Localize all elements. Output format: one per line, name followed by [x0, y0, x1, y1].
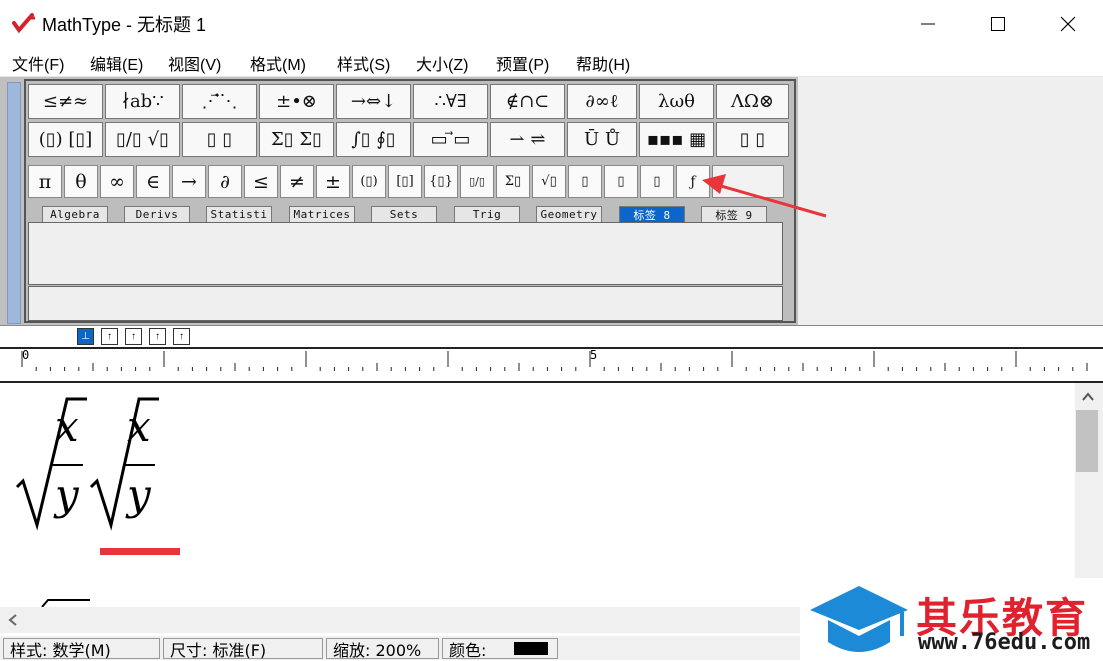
menu-bar: 文件(F) 编辑(E) 视图(V) 格式(M) 样式(S) 大小(Z) 预置(P…: [0, 47, 1103, 77]
symbol-infinity-button[interactable]: ∞: [100, 165, 134, 198]
toolbar-grip-handle[interactable]: [7, 82, 21, 324]
align-relational-tab-button[interactable]: ↑: [149, 328, 166, 345]
template-superscript-button[interactable]: ▯: [568, 165, 602, 198]
window-title: MathType - 无标题 1: [42, 15, 207, 35]
tab-derivs[interactable]: Derivs: [124, 206, 190, 222]
tab-algebra[interactable]: Algebra: [42, 206, 108, 222]
mathtype-logo-icon: [12, 13, 35, 34]
template-braces-button[interactable]: {▯}: [424, 165, 458, 198]
ruler-ticks: [21, 351, 1088, 371]
horizontal-scrollbar[interactable]: [0, 607, 800, 633]
graduation-cap-logo-icon: [810, 586, 908, 652]
color-swatch: [514, 642, 549, 655]
integrals-palette-button[interactable]: ∫▯ ∮▯: [336, 122, 411, 157]
numerator-x-1: x: [55, 402, 79, 451]
watermark-url: www.76edu.com: [918, 630, 1091, 655]
template-sub-superscript-button[interactable]: ▯: [640, 165, 674, 198]
tab-statistics[interactable]: Statisti: [206, 206, 272, 222]
status-zoom: 缩放: 200%: [326, 638, 439, 660]
greek-lowercase-palette-button[interactable]: λωθ: [639, 84, 714, 119]
tab-matrices[interactable]: Matrices: [289, 206, 355, 222]
menu-size[interactable]: 大小(Z): [416, 51, 468, 75]
denominator-y-1: y: [55, 470, 79, 519]
symbol-theta-button[interactable]: θ: [64, 165, 98, 198]
status-color: 颜色:: [442, 638, 558, 660]
operators-palette-button[interactable]: ±•⊗: [259, 84, 334, 119]
tab-sets[interactable]: Sets: [371, 206, 437, 222]
fences-palette-button[interactable]: (▯) [▯]: [28, 122, 103, 157]
template-summation-button[interactable]: Σ▯: [496, 165, 530, 198]
tab-label-8[interactable]: 标签 8: [619, 206, 685, 222]
status-size: 尺寸: 标准(F): [163, 638, 323, 660]
menu-preferences[interactable]: 预置(P): [496, 51, 549, 75]
template-fraction-button[interactable]: ▯/▯: [460, 165, 494, 198]
annotation-underline: [100, 548, 180, 555]
tab-content-panel-lower: [28, 286, 783, 321]
status-style: 样式: 数学(M): [3, 638, 160, 660]
set-theory-palette-button[interactable]: ∉∩⊂: [490, 84, 565, 119]
menu-style[interactable]: 样式(S): [337, 51, 390, 75]
underbar-overbar-palette-button[interactable]: ▭ ⃗▭: [413, 122, 488, 157]
symbol-plus-minus-button[interactable]: ±: [316, 165, 350, 198]
template-square-root-button[interactable]: √▯: [532, 165, 566, 198]
align-right-tab-button[interactable]: ↑: [125, 328, 142, 345]
minimize-button[interactable]: [893, 0, 963, 47]
matrices-palette-button[interactable]: ▪▪▪ ▦: [639, 122, 714, 157]
menu-format[interactable]: 格式(M): [250, 51, 306, 75]
vertical-scroll-thumb[interactable]: [1076, 410, 1098, 472]
align-left-tab-button[interactable]: ⊥: [77, 328, 94, 345]
denominator-y-2: y: [127, 470, 151, 519]
labeled-arrows-palette-button[interactable]: ⇀ ⇌: [490, 122, 565, 157]
template-brackets-button[interactable]: [▯]: [388, 165, 422, 198]
template-subscript-button[interactable]: ▯: [604, 165, 638, 198]
boxes-palette-button[interactable]: ▯ ▯: [716, 122, 789, 157]
ruler-mark-0: 0: [22, 348, 30, 362]
symbol-element-of-button[interactable]: ∈: [136, 165, 170, 198]
logic-palette-button[interactable]: ∴∀∃: [413, 84, 488, 119]
tab-geometry[interactable]: Geometry: [536, 206, 602, 222]
close-icon: [1060, 16, 1076, 31]
align-decimal-tab-button[interactable]: ↑: [173, 328, 190, 345]
annotation-arrow: [702, 174, 827, 218]
spaces-ellipses-palette-button[interactable]: ∤ab∵: [105, 84, 180, 119]
template-parentheses-button[interactable]: (▯): [352, 165, 386, 198]
symbol-not-equal-button[interactable]: ≠: [280, 165, 314, 198]
close-button[interactable]: [1033, 0, 1103, 47]
minimize-icon: [921, 23, 935, 24]
scroll-up-icon[interactable]: [1080, 390, 1096, 404]
tab-trig[interactable]: Trig: [454, 206, 520, 222]
maximize-button[interactable]: [963, 0, 1033, 47]
symbol-partial-button[interactable]: ∂: [208, 165, 242, 198]
menu-view[interactable]: 视图(V): [168, 51, 221, 75]
embellishments-palette-button[interactable]: ⋰⃗⋱: [182, 84, 257, 119]
menu-help[interactable]: 帮助(H): [576, 51, 630, 75]
symbol-less-equal-button[interactable]: ≤: [244, 165, 278, 198]
status-color-label: 颜色:: [449, 640, 487, 660]
relations-palette-button[interactable]: ≤≠≈: [28, 84, 103, 119]
maximize-icon: [991, 16, 1005, 31]
align-center-tab-button[interactable]: ↑: [101, 328, 118, 345]
tab-content-panel-upper: [28, 222, 783, 285]
menu-edit[interactable]: 编辑(E): [90, 51, 143, 75]
products-set-palette-button[interactable]: Ū Ů: [567, 122, 637, 157]
ruler-mark-5: 5: [590, 348, 598, 362]
fractions-radicals-palette-button[interactable]: ▯/▯ √▯: [105, 122, 180, 157]
menu-file[interactable]: 文件(F): [12, 51, 64, 75]
scroll-left-icon[interactable]: [6, 612, 20, 628]
arrows-palette-button[interactable]: →⇔↓: [336, 84, 411, 119]
symbol-pi-button[interactable]: π: [28, 165, 62, 198]
symbol-right-arrow-button[interactable]: →: [172, 165, 206, 198]
numerator-x-2: x: [127, 402, 151, 451]
misc-symbols-palette-button[interactable]: ∂∞ℓ: [567, 84, 637, 119]
subscript-superscript-palette-button[interactable]: ▯ ▯: [182, 122, 257, 157]
toolbar-empty-area: [798, 77, 1103, 325]
summation-palette-button[interactable]: Σ▯ Σ▯: [259, 122, 334, 157]
greek-uppercase-palette-button[interactable]: ΛΩ⊗: [716, 84, 789, 119]
